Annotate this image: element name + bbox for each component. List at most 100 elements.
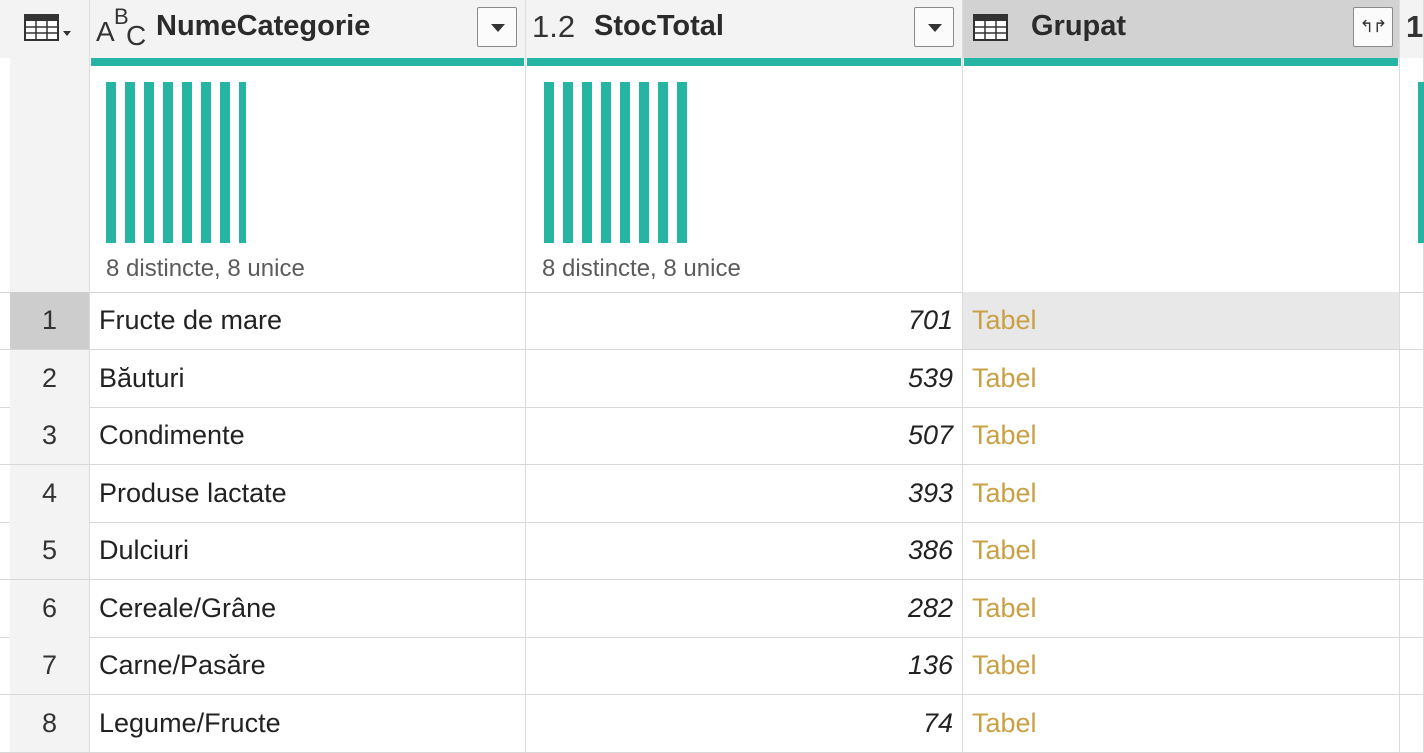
cell-numecategorie[interactable]: Legume/Fructe	[90, 694, 526, 752]
distribution-bar	[639, 82, 649, 243]
cell-grupat[interactable]: Tabel	[963, 407, 1400, 464]
column-name: Grupat	[1031, 10, 1127, 42]
row-number[interactable]: 3	[10, 407, 90, 464]
cell-stoctotal[interactable]: 507	[526, 407, 963, 464]
column-name: NumeCategorie	[156, 10, 371, 42]
cell-text: Băuturi	[99, 362, 185, 393]
cell-grupat[interactable]: Tabel	[963, 464, 1400, 522]
column-header-next-cut[interactable]: 1	[1400, 0, 1424, 58]
cell-number: 74	[922, 707, 953, 738]
cell-stoctotal[interactable]: 701	[526, 292, 963, 349]
filter-dropdown-button[interactable]	[914, 7, 954, 47]
cell-stoctotal[interactable]: 539	[526, 349, 963, 407]
cell-grupat[interactable]: Tabel	[963, 694, 1400, 752]
profile-grupat	[963, 58, 1400, 292]
cell-stoctotal[interactable]: 386	[526, 522, 963, 579]
row-number[interactable]: 2	[10, 349, 90, 407]
row-number[interactable]: 7	[10, 637, 90, 694]
distribution-bar	[125, 82, 135, 243]
cell-numecategorie[interactable]: Băuturi	[90, 349, 526, 407]
cell-number: 386	[907, 535, 953, 565]
table-row[interactable]: 2 Băuturi 539 Tabel	[0, 349, 1424, 408]
cell-stoctotal[interactable]: 136	[526, 637, 963, 694]
cell-grupat[interactable]: Tabel	[963, 637, 1400, 694]
distribution-bar	[220, 82, 230, 243]
cell-text: Legume/Fructe	[99, 707, 281, 738]
table-link[interactable]: Tabel	[972, 407, 1037, 464]
table-link[interactable]: Tabel	[972, 292, 1037, 349]
distinct-unique-stats: 8 distincte, 8 unice	[542, 255, 741, 282]
cell-next-cut	[1400, 464, 1424, 522]
distribution-bar	[163, 82, 173, 243]
next-column-type-fragment: 1	[1406, 9, 1424, 44]
row-number[interactable]: 5	[10, 522, 90, 579]
cell-next-cut	[1400, 292, 1424, 349]
distinct-unique-stats: 8 distincte, 8 unice	[106, 255, 305, 282]
row-number[interactable]: 1	[10, 292, 90, 349]
table-row[interactable]: 7 Carne/Pasăre 136 Tabel	[0, 637, 1424, 695]
expand-arrows-icon: ↰↱	[1359, 17, 1387, 36]
cell-grupat[interactable]: Tabel	[963, 579, 1400, 637]
table-link[interactable]: Tabel	[972, 695, 1037, 752]
distribution-bar	[582, 82, 592, 243]
column-header-grupat[interactable]: Grupat ↰↱	[963, 0, 1400, 58]
cell-next-cut	[1400, 349, 1424, 407]
table-row[interactable]: 5 Dulciuri 386 Tabel	[0, 522, 1424, 580]
table-link[interactable]: Tabel	[972, 350, 1037, 407]
chevron-down-icon	[491, 24, 505, 32]
distribution-bar	[201, 82, 211, 243]
cell-stoctotal[interactable]: 74	[526, 694, 963, 752]
row-number[interactable]: 6	[10, 579, 90, 637]
profile-corner	[10, 58, 90, 292]
data-grid: A B C NumeCategorie 1.2 StocTotal Grupat…	[0, 0, 1424, 753]
distribution-bar	[239, 82, 246, 243]
profile-next-cut	[1400, 58, 1424, 292]
cell-numecategorie[interactable]: Dulciuri	[90, 522, 526, 579]
table-row[interactable]: 6 Cereale/Grâne 282 Tabel	[0, 579, 1424, 638]
cell-grupat[interactable]: Tabel	[963, 522, 1400, 579]
column-quality-bar	[527, 58, 961, 66]
row-number[interactable]: 8	[10, 694, 90, 752]
cell-number: 701	[907, 305, 953, 335]
cell-text: Produse lactate	[99, 477, 287, 508]
cell-grupat[interactable]: Tabel	[963, 292, 1400, 349]
table-row[interactable]: 3 Condimente 507 Tabel	[0, 407, 1424, 465]
distribution-bar	[182, 82, 192, 243]
row-number[interactable]: 4	[10, 464, 90, 522]
cell-numecategorie[interactable]: Condimente	[90, 407, 526, 464]
table-link[interactable]: Tabel	[972, 465, 1037, 522]
cell-numecategorie[interactable]: Carne/Pasăre	[90, 637, 526, 694]
cell-numecategorie[interactable]: Produse lactate	[90, 464, 526, 522]
cell-number: 393	[907, 477, 953, 508]
cell-text: Carne/Pasăre	[99, 650, 266, 680]
cell-number: 136	[907, 650, 953, 680]
table-link[interactable]: Tabel	[972, 522, 1037, 579]
column-header-numecategorie[interactable]: A B C NumeCategorie	[90, 0, 526, 58]
cell-text: Condimente	[99, 420, 245, 450]
filter-dropdown-button[interactable]	[477, 7, 517, 47]
table-link[interactable]: Tabel	[972, 580, 1037, 637]
cell-numecategorie[interactable]: Fructe de mare	[90, 292, 526, 349]
cell-stoctotal[interactable]: 393	[526, 464, 963, 522]
table-row[interactable]: 4 Produse lactate 393 Tabel	[0, 464, 1424, 523]
distribution-bar	[658, 82, 668, 243]
column-header-stoctotal[interactable]: 1.2 StocTotal	[526, 0, 963, 58]
cell-numecategorie[interactable]: Cereale/Grâne	[90, 579, 526, 637]
distribution-bar	[106, 82, 116, 243]
distribution-bar	[1418, 82, 1424, 243]
cell-grupat[interactable]: Tabel	[963, 349, 1400, 407]
table-menu-button[interactable]	[10, 0, 90, 58]
table-row[interactable]: 1 Fructe de mare 701 Tabel	[0, 292, 1424, 350]
cell-stoctotal[interactable]: 282	[526, 579, 963, 637]
table-link[interactable]: Tabel	[972, 637, 1037, 694]
value-distribution-chart[interactable]	[106, 82, 246, 243]
table-row[interactable]: 8 Legume/Fructe 74 Tabel	[0, 694, 1424, 753]
column-quality-bar	[964, 58, 1398, 66]
column-name: StocTotal	[594, 10, 724, 42]
profile-stoctotal: 8 distincte, 8 unice	[526, 58, 963, 292]
distribution-bar	[601, 82, 611, 243]
expand-column-button[interactable]: ↰↱	[1353, 7, 1393, 47]
value-distribution-chart[interactable]	[542, 82, 688, 243]
chevron-down-icon	[928, 24, 942, 32]
table-type-icon	[973, 14, 1008, 41]
